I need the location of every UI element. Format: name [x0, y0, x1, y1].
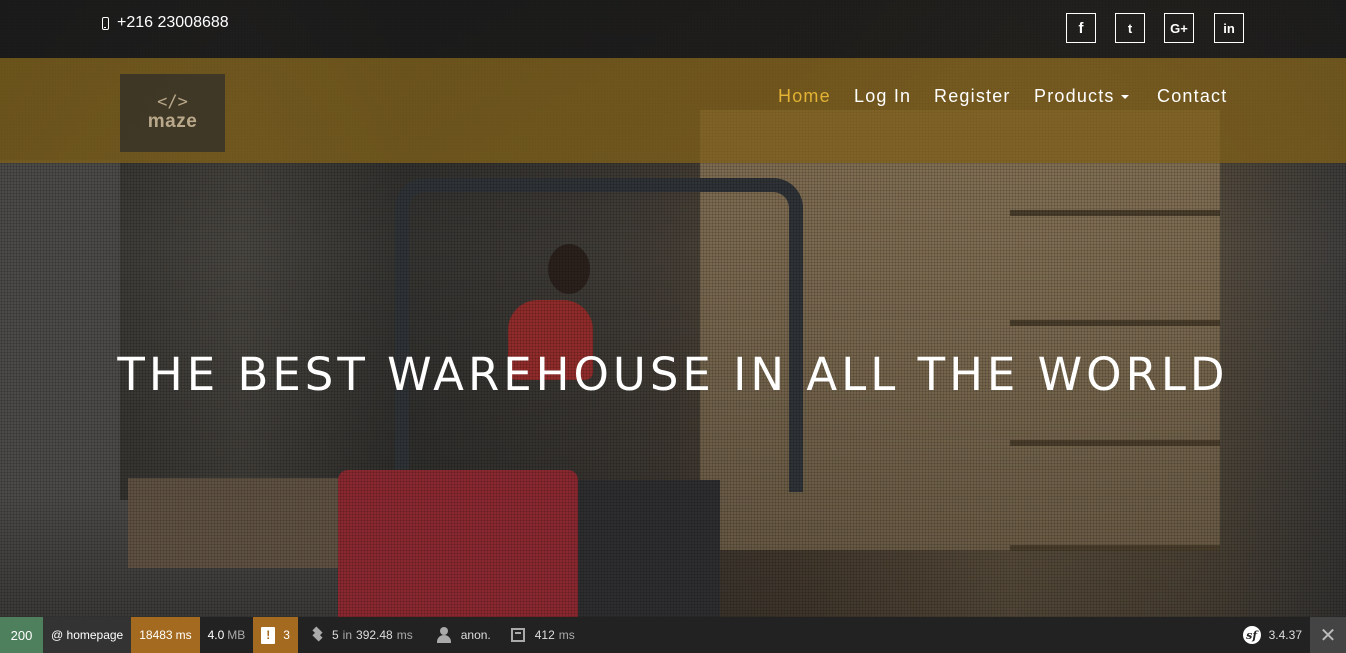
nav-products-label: Products: [1034, 86, 1115, 106]
phone-number: +216 23008688: [117, 14, 229, 31]
nav-contact[interactable]: Contact: [1157, 86, 1227, 107]
user-icon: [436, 627, 451, 643]
linkedin-icon[interactable]: in: [1214, 13, 1244, 43]
caret-down-icon: [1120, 95, 1129, 100]
symfony-icon: sf: [1242, 626, 1261, 644]
db-time: 392.48: [356, 628, 393, 642]
code-icon: </>: [157, 92, 188, 112]
database-icon: [310, 629, 326, 641]
site-logo[interactable]: </> maze: [120, 74, 225, 152]
mobile-phone-icon: [102, 16, 109, 30]
database-panel[interactable]: 5 in 392.48 ms: [298, 617, 421, 653]
debug-toolbar: 200 @ homepage 18483 ms 4.0 MB ! 3 5 in …: [0, 617, 1346, 653]
twig-panel[interactable]: 412 ms: [499, 617, 583, 653]
google-plus-icon[interactable]: G+: [1164, 13, 1194, 43]
request-time-value: 18483: [139, 628, 173, 642]
db-unit: ms: [396, 628, 413, 642]
symfony-version[interactable]: sf 3.4.37: [1235, 617, 1310, 653]
user-panel[interactable]: anon.: [421, 617, 499, 653]
memory-usage[interactable]: 4.0 MB: [199, 617, 254, 653]
request-time[interactable]: 18483 ms: [131, 617, 200, 653]
nav-login[interactable]: Log In: [854, 86, 911, 107]
memory-value: 4.0: [207, 628, 225, 642]
nav-home[interactable]: Home: [778, 86, 831, 107]
version-number: 3.4.37: [1268, 628, 1302, 642]
nav-register[interactable]: Register: [934, 86, 1011, 107]
hero-headline: THE BEST WAREHOUSE IN ALL THE WORLD: [117, 348, 1229, 401]
nav-products[interactable]: Products: [1034, 86, 1129, 107]
render-time-icon: [510, 628, 525, 642]
render-unit: ms: [558, 628, 575, 642]
user-name: anon.: [460, 628, 491, 642]
top-bar: +216 23008688 f t G+ in: [0, 0, 1346, 58]
db-in-label: in: [342, 628, 353, 642]
phone-contact: +216 23008688: [102, 14, 229, 32]
request-time-unit: ms: [175, 628, 192, 642]
logo-text: maze: [147, 111, 198, 132]
twitter-icon[interactable]: t: [1115, 13, 1145, 43]
memory-unit: MB: [227, 628, 246, 642]
db-query-count: 5: [331, 628, 339, 642]
render-time: 412: [534, 628, 555, 642]
close-icon[interactable]: ✕: [1310, 617, 1346, 653]
log-count: 3: [283, 628, 290, 642]
log-warning-icon: !: [261, 626, 276, 644]
status-code[interactable]: 200: [0, 617, 43, 653]
route-name[interactable]: @ homepage: [43, 617, 132, 653]
logs-panel[interactable]: ! 3: [253, 617, 298, 653]
facebook-icon[interactable]: f: [1066, 13, 1096, 43]
